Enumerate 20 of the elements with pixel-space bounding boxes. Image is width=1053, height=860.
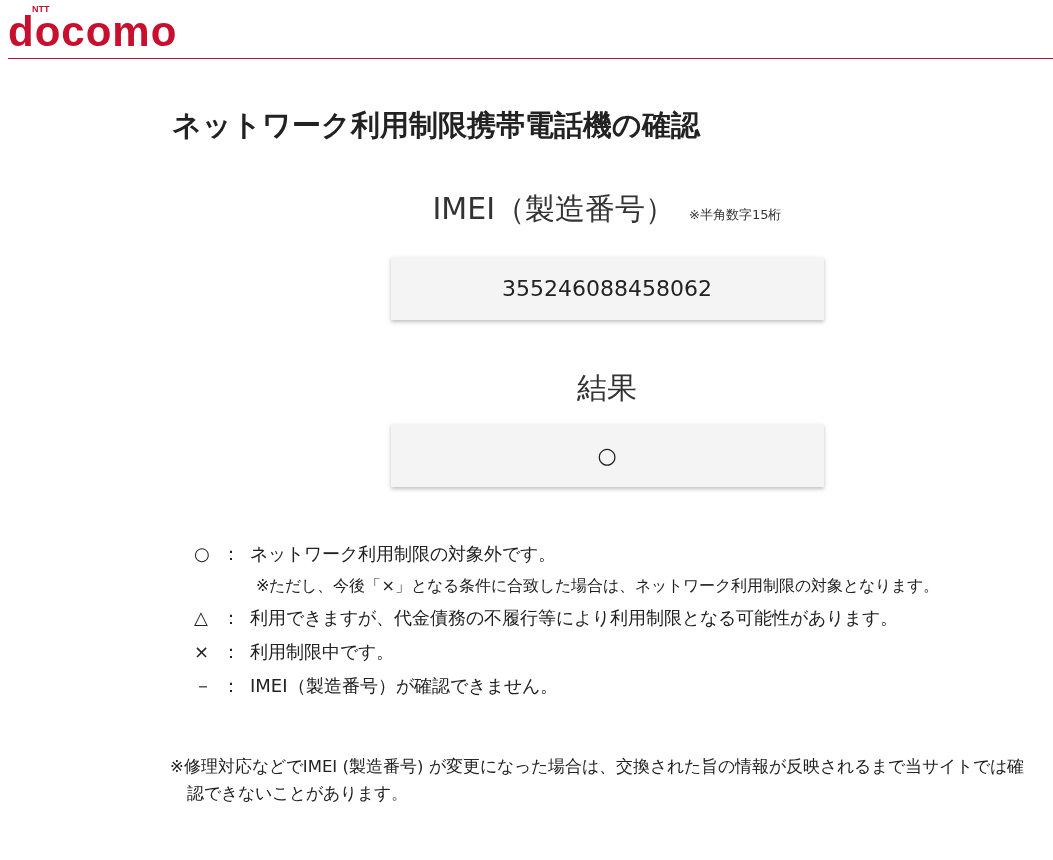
- legend-text: ネットワーク利用制限の対象外です。: [250, 542, 556, 566]
- footnote: ※修理対応などでIMEI (製造番号) が変更になった場合は、交換された旨の情報が反映されるまで当サイトでは確認できないことがあります。: [170, 756, 1025, 805]
- legend-symbol: ○: [194, 542, 211, 566]
- legend-colon: ：: [222, 674, 241, 698]
- legend-symbol: ×: [194, 640, 211, 664]
- page-title: ネットワーク利用制限携帯電話機の確認: [172, 107, 702, 144]
- legend-symbol: △: [194, 606, 209, 630]
- legend-colon: ：: [222, 606, 241, 630]
- imei-note: ※半角数字15桁: [689, 206, 782, 224]
- imei-label: IMEI（製造番号）: [432, 190, 676, 228]
- result-field: ○: [390, 424, 824, 487]
- legend-note: ※ただし、今後「×」となる条件に合致した場合は、ネットワーク利用制限の対象となります。: [256, 575, 940, 597]
- imei-field[interactable]: 355246088458062: [390, 257, 824, 320]
- result-label: 結果: [577, 369, 637, 407]
- legend-text: IMEI（製造番号）が確認できません。: [250, 674, 558, 698]
- legend-colon: ：: [222, 640, 241, 664]
- legend-text: 利用制限中です。: [250, 640, 394, 664]
- legend-colon: ：: [222, 542, 241, 566]
- legend-text: 利用できますが、代金債務の不履行等により利用制限となる可能性があります。: [250, 606, 898, 630]
- legend-symbol: －: [194, 674, 213, 698]
